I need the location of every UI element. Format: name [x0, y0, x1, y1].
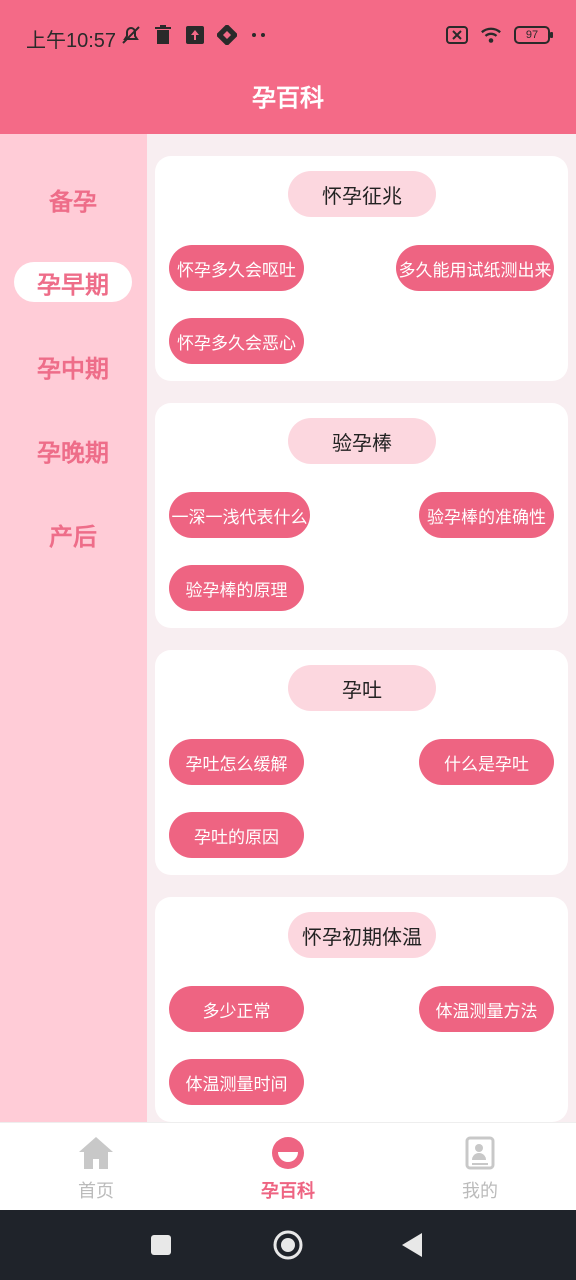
recents-button[interactable]: [144, 1228, 178, 1262]
card-title: 验孕棒: [288, 418, 436, 464]
trash-icon: [152, 24, 174, 46]
card-title: 怀孕初期体温: [288, 912, 436, 958]
system-nav-bar: [0, 1210, 576, 1280]
status-time: 上午10:57: [26, 30, 117, 52]
mute-alarm-icon: [120, 24, 142, 46]
topic-pill[interactable]: 怀孕多久会恶心: [169, 318, 304, 364]
sidebar-item-preparation[interactable]: 备孕: [14, 179, 132, 219]
app-header: 上午10:57 97 孕百科: [0, 0, 576, 134]
battery-indicator: 97: [514, 26, 553, 44]
topic-card: 怀孕征兆 怀孕多久会呕吐 多久能用试纸测出来 怀孕多久会恶心: [155, 156, 568, 381]
sidebar-item-postpartum[interactable]: 产后: [14, 514, 132, 554]
topic-pill[interactable]: 多少正常: [169, 986, 304, 1032]
sidebar-item-late-pregnancy[interactable]: 孕晚期: [14, 430, 132, 470]
topic-pill[interactable]: 验孕棒的准确性: [419, 492, 554, 538]
topic-card: 怀孕初期体温 多少正常 体温测量方法 体温测量时间: [155, 897, 568, 1122]
status-bar: 上午10:57 97: [0, 0, 576, 72]
wifi-icon: [480, 24, 502, 46]
sidebar-item-mid-pregnancy[interactable]: 孕中期: [14, 346, 132, 386]
upload-icon: [184, 24, 206, 46]
topic-pill[interactable]: 体温测量方法: [419, 986, 554, 1032]
nav-label: 孕百科: [261, 1181, 315, 1202]
topic-content[interactable]: 怀孕征兆 怀孕多久会呕吐 多久能用试纸测出来 怀孕多久会恶心 验孕棒 一深一浅代…: [147, 134, 576, 1122]
nav-item-profile[interactable]: 我的: [420, 1133, 540, 1203]
more-dots-icon: [248, 24, 270, 46]
topic-pill[interactable]: 什么是孕吐: [419, 739, 554, 785]
topic-pill[interactable]: 体温测量时间: [169, 1059, 304, 1105]
topic-card: 孕吐 孕吐怎么缓解 什么是孕吐 孕吐的原因: [155, 650, 568, 875]
profile-book-icon: [460, 1133, 500, 1173]
nav-label: 我的: [462, 1181, 498, 1202]
nav-item-encyclopedia[interactable]: 孕百科: [228, 1133, 348, 1203]
home-icon: [76, 1133, 116, 1173]
nav-item-home[interactable]: 首页: [36, 1133, 156, 1203]
stage-sidebar: 备孕 孕早期 孕中期 孕晚期 产后: [0, 134, 147, 1122]
topic-pill[interactable]: 多久能用试纸测出来: [396, 245, 554, 291]
no-sim-icon: [446, 24, 468, 46]
card-title: 怀孕征兆: [288, 171, 436, 217]
page-title: 孕百科: [252, 84, 324, 112]
nav-label: 首页: [78, 1181, 114, 1202]
topic-pill[interactable]: 怀孕多久会呕吐: [169, 245, 304, 291]
card-title: 孕吐: [288, 665, 436, 711]
topic-pill[interactable]: 验孕棒的原理: [169, 565, 304, 611]
home-system-button[interactable]: [271, 1228, 305, 1262]
back-button[interactable]: [395, 1228, 429, 1262]
bottom-nav: 首页 孕百科 我的: [0, 1122, 576, 1210]
topic-pill[interactable]: 一深一浅代表什么: [169, 492, 310, 538]
sidebar-item-early-pregnancy[interactable]: 孕早期: [14, 262, 132, 302]
app-notification-icon: [216, 24, 238, 46]
status-left-icons: [120, 24, 270, 46]
topic-pill[interactable]: 孕吐的原因: [169, 812, 304, 858]
encyclopedia-icon: [268, 1133, 308, 1173]
topic-card: 验孕棒 一深一浅代表什么 验孕棒的准确性 验孕棒的原理: [155, 403, 568, 628]
topic-pill[interactable]: 孕吐怎么缓解: [169, 739, 304, 785]
status-right-icons: 97: [446, 24, 553, 46]
